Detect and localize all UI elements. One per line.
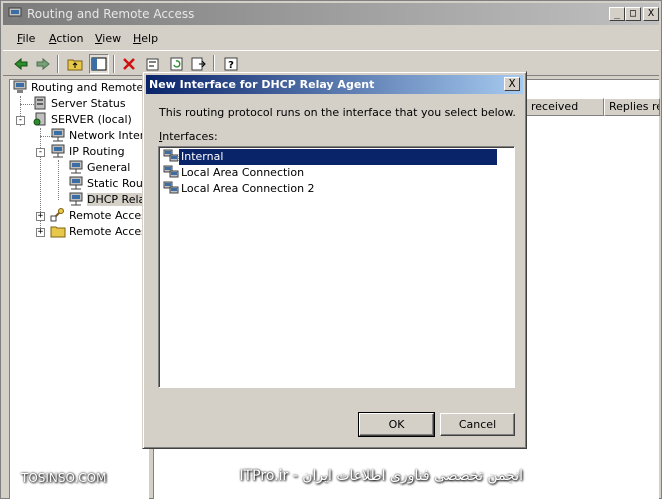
remote-access-1-expand-toggle[interactable]: +	[36, 212, 45, 221]
tree-static-routes[interactable]: Static Rout	[68, 176, 147, 192]
interface-item-local-area-connection[interactable]: Local Area Connection	[163, 165, 499, 181]
remote-access-policy-icon	[50, 208, 66, 222]
cancel-button[interactable]: Cancel	[440, 413, 515, 436]
watermark-right: انجمن تخصصی فناوری اطلاعات ایران - ITPro…	[239, 468, 524, 484]
ip-routing-collapse-toggle[interactable]: -	[36, 148, 45, 157]
static-routes-icon	[68, 176, 84, 190]
interface-item-local-area-connection-2[interactable]: Local Area Connection 2	[163, 181, 499, 197]
show-hide-tree-icon[interactable]	[89, 54, 109, 74]
menu-help[interactable]: Help	[133, 32, 158, 45]
dialog-titlebar[interactable]: New Interface for DHCP Relay Agent X	[146, 75, 523, 94]
close-button[interactable]: X	[643, 7, 659, 21]
watermark-left: TOSINSO.COM	[21, 471, 107, 485]
tree-server-local[interactable]: SERVER (local)	[32, 112, 132, 128]
general-icon	[68, 160, 84, 174]
menu-action[interactable]: Action	[49, 32, 83, 45]
server-status-icon	[32, 96, 48, 110]
tree-remote-access-policies[interactable]: Remote Access	[50, 208, 149, 224]
dhcp-relay-icon	[68, 192, 84, 206]
up-folder-icon[interactable]	[65, 54, 85, 74]
new-interface-dialog: New Interface for DHCP Relay Agent X Thi…	[142, 71, 527, 449]
dialog-close-button[interactable]: X	[504, 77, 520, 91]
maximize-button[interactable]: □	[625, 7, 641, 21]
column-header-replies-received[interactable]: Replies rec	[604, 98, 660, 116]
ip-routing-icon	[50, 144, 66, 158]
toolbar-separator	[57, 55, 59, 73]
back-arrow-icon[interactable]	[11, 54, 31, 74]
column-header-received[interactable]: received	[526, 98, 604, 116]
minimize-button[interactable]: _	[609, 7, 625, 21]
ok-button[interactable]: OK	[358, 412, 435, 437]
remote-access-2-expand-toggle[interactable]: +	[36, 228, 45, 237]
watermark: TOSINSO.COM انجمن تخصصی فناوری اطلاعات ا…	[1, 463, 662, 493]
window-title: Routing and Remote Access	[27, 7, 195, 21]
menu-bar: File Action View Help	[3, 29, 659, 49]
network-interface-icon	[163, 165, 179, 179]
tree-remote-access-logging[interactable]: Remote Access	[50, 224, 149, 240]
network-interface-icon	[163, 149, 179, 163]
tree-root[interactable]: Routing and Remote Ac	[12, 80, 149, 96]
svg-text:?: ?	[228, 60, 234, 71]
console-tree: Routing and Remote Ac Server Status - SE…	[9, 79, 149, 499]
network-interface-icon	[163, 181, 179, 195]
main-window: Routing and Remote Access _ □ X File Act…	[0, 0, 662, 499]
interface-item-internal[interactable]: Internal	[163, 148, 499, 166]
server-icon	[32, 112, 48, 126]
delete-icon[interactable]	[119, 54, 139, 74]
routing-root-icon	[12, 80, 28, 94]
network-interfaces-icon	[50, 128, 66, 142]
tree-network-interfaces[interactable]: Network Interf	[50, 128, 148, 144]
tree-general[interactable]: General	[68, 160, 130, 176]
server-collapse-toggle[interactable]: -	[16, 116, 25, 125]
menu-view[interactable]: View	[95, 32, 121, 45]
toolbar-separator	[113, 55, 115, 73]
routing-app-icon	[7, 7, 23, 21]
tree-dhcp-relay[interactable]: DHCP Relay	[68, 192, 149, 208]
tree-server-status[interactable]: Server Status	[32, 96, 126, 112]
dialog-description: This routing protocol runs on the interf…	[159, 106, 516, 119]
forward-arrow-icon[interactable]	[33, 54, 53, 74]
menu-file[interactable]: File	[17, 32, 35, 45]
interfaces-listbox[interactable]: Internal Local Area Connection Local Are…	[158, 146, 515, 388]
folder-icon	[50, 224, 66, 238]
window-titlebar[interactable]: Routing and Remote Access _ □ X	[3, 3, 659, 25]
interfaces-label: Interfaces:	[159, 130, 218, 143]
dialog-title: New Interface for DHCP Relay Agent	[149, 78, 375, 91]
tree-ip-routing[interactable]: IP Routing	[50, 144, 125, 160]
